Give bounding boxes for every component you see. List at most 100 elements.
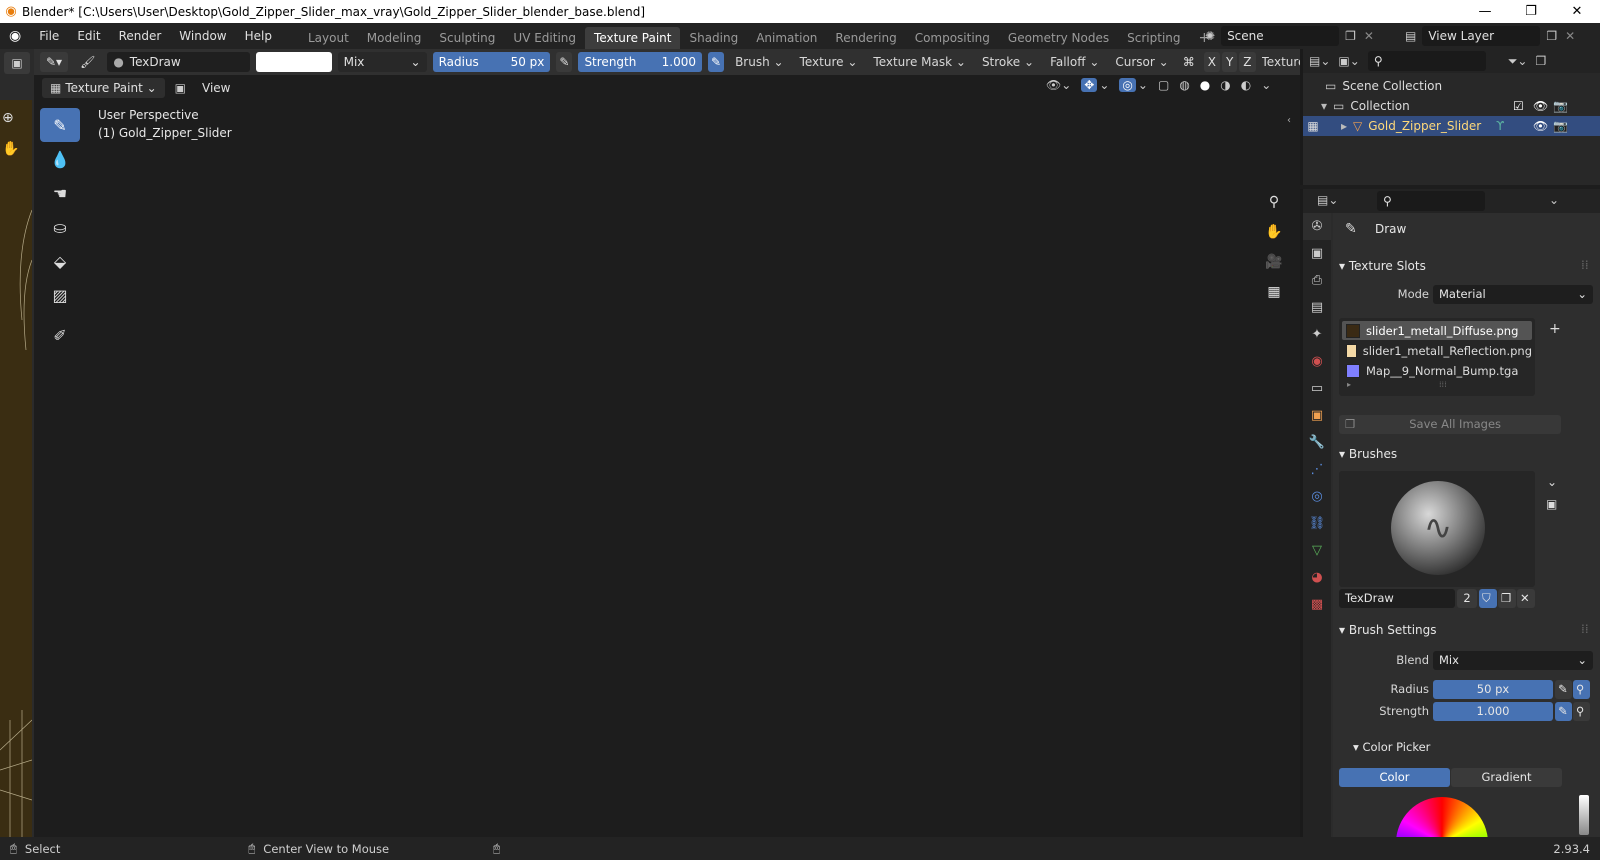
fake-user-shield-icon[interactable]: ⛉	[1479, 589, 1497, 608]
gizmo-toggle-icon[interactable]: ✥	[1081, 78, 1098, 92]
tab-shading[interactable]: Shading	[680, 27, 747, 49]
tool-tab-icon[interactable]: ✇	[1303, 213, 1331, 240]
brush-menu[interactable]: Brush ⌄	[730, 52, 789, 72]
object-visibility-icon[interactable]: 👁	[1533, 116, 1548, 136]
brush-icon[interactable]: 🖌	[74, 52, 101, 72]
radius-pressure-toggle-icon[interactable]: ✎	[1555, 680, 1572, 699]
outliner-row-gold-zipper-slider[interactable]: ▦ ▸ ▽ Gold_Zipper_Slider ϒ 👁 📷	[1303, 116, 1600, 136]
xray-toggle-icon[interactable]: ▢	[1158, 78, 1169, 92]
ortho-grid-icon[interactable]: ▦	[1260, 278, 1288, 306]
collection-checkbox[interactable]: ☑	[1513, 96, 1524, 116]
navigation-gizmo[interactable]: Z Y X	[1214, 114, 1277, 183]
delete-view-layer-icon[interactable]: ✕	[1565, 29, 1575, 43]
tab-layout[interactable]: Layout	[299, 27, 358, 49]
minimize-button[interactable]: —	[1462, 0, 1508, 23]
overlay-toggle-icon[interactable]: ▣	[175, 81, 186, 95]
brush-settings-panel-header[interactable]: ▾ Brush Settings	[1339, 619, 1437, 641]
color-picker-subpanel-header[interactable]: ▾ Color Picker	[1353, 736, 1430, 758]
tab-scripting[interactable]: Scripting	[1118, 27, 1189, 49]
outliner-editor-icon[interactable]: ▤⌄	[1309, 54, 1330, 68]
menu-file[interactable]: File	[30, 23, 68, 49]
zoom-icon[interactable]: ⚲	[1260, 188, 1288, 216]
strength-pressure-icon[interactable]: ✎	[708, 52, 725, 72]
3d-viewport[interactable]: Z Y X	[34, 49, 1300, 837]
editor-type-icon[interactable]: ▣	[4, 52, 30, 74]
material-tab-icon[interactable]: ◕	[1303, 564, 1331, 591]
shading-material-icon[interactable]: ◑	[1220, 78, 1230, 92]
brush-image-icon[interactable]: ▣	[1546, 497, 1557, 511]
brush-color-swatch[interactable]	[256, 52, 332, 72]
shading-rendered-icon[interactable]: ◐	[1241, 78, 1251, 92]
new-collection-icon[interactable]: ❐	[1535, 54, 1546, 68]
blender-menu-icon[interactable]: ◉	[0, 23, 30, 49]
sidebar-toggle-icon[interactable]: ‹	[1287, 115, 1291, 126]
visibility-icon[interactable]: 👁⌄	[1046, 78, 1071, 92]
duplicate-brush-icon[interactable]: ❐	[1498, 589, 1516, 608]
paint-tool-dropdown[interactable]: ✎▾	[40, 52, 69, 72]
menu-help[interactable]: Help	[236, 23, 281, 49]
brushes-panel-header[interactable]: ▾ Brushes	[1339, 443, 1397, 465]
view-layer-tab-icon[interactable]: ▤	[1303, 294, 1331, 321]
tab-sculpting[interactable]: Sculpting	[430, 27, 504, 49]
gradient-mode-tab[interactable]: Gradient	[1451, 768, 1562, 787]
texture-slot-item[interactable]: slider1_metall_Reflection.png	[1342, 341, 1532, 360]
constraints-tab-icon[interactable]: ⛓	[1303, 510, 1331, 537]
mode-selector[interactable]: ▦ Texture Paint ⌄	[42, 78, 165, 98]
object-tab-icon[interactable]: ▣	[1303, 402, 1331, 429]
color-mode-tab[interactable]: Color	[1339, 768, 1450, 787]
mirror-z-toggle[interactable]: Z	[1239, 52, 1256, 72]
stroke-menu[interactable]: Stroke ⌄	[977, 52, 1039, 72]
brush-radius-slider[interactable]: 50 px	[1433, 680, 1553, 699]
smear-tool-icon[interactable]: ☚	[40, 176, 80, 210]
collection-visibility-icon[interactable]: 👁	[1533, 96, 1548, 116]
shading-wireframe-icon[interactable]: ◍	[1179, 78, 1189, 92]
object-render-icon[interactable]: 📷	[1553, 116, 1568, 136]
brush-selector[interactable]: ● TexDraw	[107, 52, 251, 72]
list-expand-icon[interactable]: ▸	[1347, 380, 1351, 389]
mirror-x-toggle[interactable]: X	[1203, 52, 1220, 72]
texture-slot-mode-dropdown[interactable]: Material ⌄	[1433, 285, 1593, 304]
strength-lock-toggle-icon[interactable]: ⚲	[1573, 702, 1590, 721]
texture-menu[interactable]: Texture ⌄	[795, 52, 863, 72]
delete-scene-icon[interactable]: ✕	[1364, 29, 1374, 43]
close-button[interactable]: ✕	[1554, 0, 1600, 23]
collection-tab-icon[interactable]: ▭	[1303, 375, 1331, 402]
scene-selector[interactable]: Scene	[1221, 26, 1340, 46]
save-all-images-button[interactable]: ❐ Save All Images	[1339, 415, 1561, 434]
outliner-filter-icon[interactable]: ⏷⌄	[1508, 54, 1528, 69]
color-value-slider[interactable]	[1579, 795, 1589, 835]
blend-mode-dropdown[interactable]: Mix ⌄	[337, 52, 427, 72]
cursor-menu[interactable]: Cursor ⌄	[1110, 52, 1173, 72]
shading-solid-icon[interactable]: ●	[1200, 78, 1210, 92]
camera-view-icon[interactable]: 🎥	[1260, 248, 1288, 276]
world-tab-icon[interactable]: ◉	[1303, 348, 1331, 375]
physics-tab-icon[interactable]: ◎	[1303, 483, 1331, 510]
falloff-menu[interactable]: Falloff ⌄	[1045, 52, 1104, 72]
strength-slider[interactable]: Strength 1.000	[578, 52, 703, 72]
texture-tab-icon[interactable]: ▩	[1303, 591, 1331, 618]
brush-list-dropdown-icon[interactable]: ⌄	[1547, 475, 1557, 489]
tab-uv-editing[interactable]: UV Editing	[504, 27, 585, 49]
menu-render[interactable]: Render	[110, 23, 171, 49]
texture-slots-panel-header[interactable]: ▾ Texture Slots	[1339, 255, 1426, 277]
radius-unit-toggle-icon[interactable]: ⚲	[1573, 680, 1590, 699]
brush-blend-dropdown[interactable]: Mix ⌄	[1433, 651, 1593, 670]
symmetry-icon[interactable]: ⌘	[1180, 52, 1198, 72]
hand-pan-icon[interactable]: ✋	[2, 141, 19, 157]
texture-slot-item[interactable]: Map__9_Normal_Bump.tga	[1342, 361, 1532, 380]
scene-icon[interactable]: ✺	[1205, 29, 1215, 43]
render-tab-icon[interactable]: ▣	[1303, 240, 1331, 267]
properties-editor-icon[interactable]: ▤⌄	[1317, 193, 1338, 207]
collection-render-icon[interactable]: 📷	[1553, 96, 1568, 116]
tab-animation[interactable]: Animation	[747, 27, 826, 49]
shading-options-icon[interactable]: ⌄	[1261, 78, 1271, 92]
view-layer-selector[interactable]: View Layer	[1422, 26, 1541, 46]
tab-modeling[interactable]: Modeling	[358, 27, 431, 49]
brush-preview[interactable]: ∿	[1339, 471, 1535, 587]
properties-options-icon[interactable]: ⌄	[1549, 193, 1559, 207]
fill-tool-icon[interactable]: ⬙	[40, 244, 80, 278]
outliner-search-input[interactable]: ⚲	[1367, 51, 1486, 71]
outliner-display-mode-icon[interactable]: ▣⌄	[1338, 54, 1359, 68]
new-scene-icon[interactable]: ❐	[1345, 29, 1356, 43]
strength-pressure-toggle-icon[interactable]: ✎	[1555, 702, 1572, 721]
